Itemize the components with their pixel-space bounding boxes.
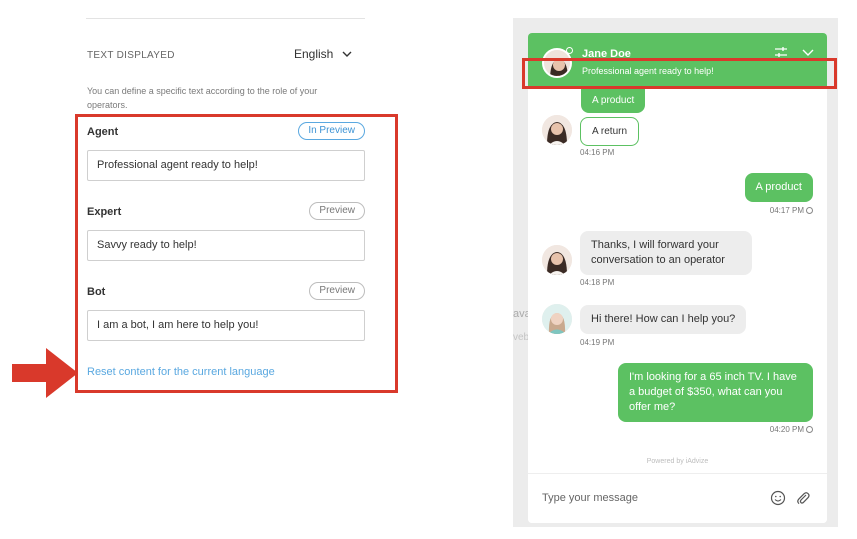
role-text-input-agent[interactable]: Professional agent ready to help! (87, 150, 365, 181)
online-status-dot (566, 47, 573, 54)
chevron-down-icon (342, 51, 352, 57)
section-title: TEXT DISPLAYED (87, 50, 175, 61)
highlight-box-status (522, 58, 837, 89)
message-timestamp: 04:16 PM (580, 148, 615, 157)
paperclip-icon[interactable] (795, 490, 811, 506)
powered-by-label: Powered by iAdvize (646, 458, 709, 465)
language-dropdown[interactable]: English (294, 47, 353, 61)
role-label: Bot (87, 286, 106, 298)
emoji-icon[interactable] (770, 490, 786, 506)
preview-button-agent[interactable]: In Preview (298, 122, 365, 140)
message-timestamp: 04:17 PM (770, 206, 813, 215)
read-check-icon (806, 426, 813, 433)
quick-reply-bubble[interactable]: A product (581, 88, 646, 113)
role-text-input-bot[interactable]: I am a bot, I am here to help you! (87, 310, 365, 341)
agent-message-bubble: Hi there! How can I help you? (580, 305, 747, 334)
chat-window: Jane Doe Professional agent ready to hel… (528, 33, 827, 523)
preview-button-bot[interactable]: Preview (309, 282, 365, 300)
role-agent: Agent In Preview Professional agent read… (87, 122, 365, 182)
timestamp-text: 04:20 PM (769, 425, 804, 434)
section-description: You can define a specific text according… (87, 86, 318, 110)
message-timestamp: 04:18 PM (580, 278, 615, 287)
timestamp-text: 04:17 PM (769, 206, 804, 215)
settings-sliders-icon[interactable] (774, 45, 788, 59)
role-text-input-expert[interactable]: Savvy ready to help! (87, 230, 365, 261)
red-arrow-icon (12, 348, 78, 398)
background-text-fragment: veb (513, 332, 530, 343)
agent-avatar (542, 115, 572, 145)
bot-avatar (542, 304, 572, 334)
role-expert: Expert Preview Savvy ready to help! (87, 202, 365, 262)
message-composer[interactable]: Type your message (528, 473, 827, 523)
agent-message-bubble: Thanks, I will forward your conversation… (580, 231, 752, 275)
visitor-message-bubble: I'm looking for a 65 inch TV. I have a b… (618, 363, 813, 422)
message-timestamp: 04:20 PM (770, 425, 813, 434)
reset-content-link[interactable]: Reset content for the current language (87, 366, 275, 378)
language-value: English (294, 47, 334, 61)
role-label: Expert (87, 206, 122, 218)
quick-reply-bubble[interactable]: A return (580, 117, 640, 146)
message-input[interactable]: Type your message (542, 492, 638, 504)
role-label: Agent (87, 126, 119, 138)
role-bot: Bot Preview I am a bot, I am here to hel… (87, 282, 365, 342)
visitor-message-bubble: A product (744, 173, 813, 202)
preview-button-expert[interactable]: Preview (309, 202, 365, 220)
top-divider (86, 18, 365, 19)
read-check-icon (806, 207, 813, 214)
message-timestamp: 04:19 PM (580, 338, 615, 347)
chevron-down-icon[interactable] (801, 45, 815, 59)
agent-avatar (542, 245, 572, 275)
